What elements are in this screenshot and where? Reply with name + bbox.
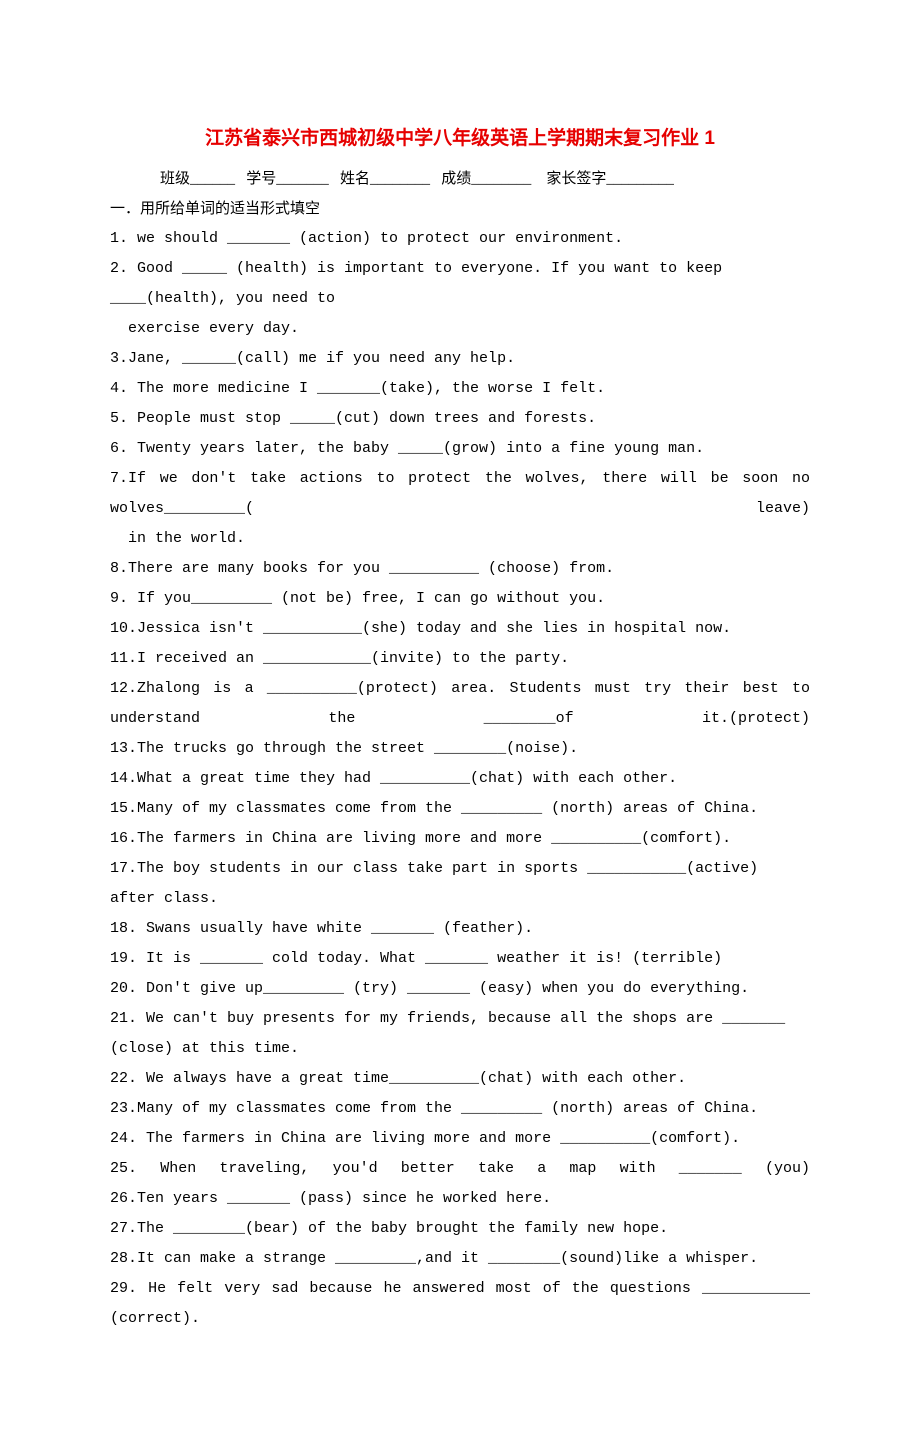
name-field[interactable]: 姓名________ xyxy=(340,171,430,187)
question-2a: 2. Good _____ (health) is important to e… xyxy=(110,254,810,314)
question-2b: exercise every day. xyxy=(110,314,810,344)
question-23: 23.Many of my classmates come from the _… xyxy=(110,1094,810,1124)
worksheet-title: 江苏省泰兴市西城初级中学八年级英语上学期期末复习作业 1 xyxy=(110,120,810,158)
question-28: 28.It can make a strange _________,and i… xyxy=(110,1244,810,1274)
question-14: 14.What a great time they had __________… xyxy=(110,764,810,794)
question-1: 1. we should _______ (action) to protect… xyxy=(110,224,810,254)
question-20: 20. Don't give up_________ (try) _______… xyxy=(110,974,810,1004)
question-26: 26.Ten years _______ (pass) since he wor… xyxy=(110,1184,810,1214)
question-6: 6. Twenty years later, the baby _____(gr… xyxy=(110,434,810,464)
question-8: 8.There are many books for you _________… xyxy=(110,554,810,584)
question-4: 4. The more medicine I _______(take), th… xyxy=(110,374,810,404)
question-7a: 7.If we don't take actions to protect th… xyxy=(110,464,810,524)
parent-sign-field[interactable]: 家长签字_________ xyxy=(546,171,674,187)
question-13: 13.The trucks go through the street ____… xyxy=(110,734,810,764)
question-5: 5. People must stop _____(cut) down tree… xyxy=(110,404,810,434)
question-15: 15.Many of my classmates come from the _… xyxy=(110,794,810,824)
question-27: 27.The ________(bear) of the baby brough… xyxy=(110,1214,810,1244)
student-info-row: 班级______ 学号_______ 姓名________ 成绩________… xyxy=(110,164,810,194)
student-id-field[interactable]: 学号_______ xyxy=(246,171,329,187)
question-9: 9. If you_________ (not be) free, I can … xyxy=(110,584,810,614)
section-1-heading: 一．用所给单词的适当形式填空 xyxy=(110,194,810,224)
question-19: 19. It is _______ cold today. What _____… xyxy=(110,944,810,974)
class-field[interactable]: 班级______ xyxy=(160,171,235,187)
score-field[interactable]: 成绩________ xyxy=(441,171,531,187)
question-12: 12.Zhalong is a __________(protect) area… xyxy=(110,674,810,734)
question-7b: in the world. xyxy=(110,524,810,554)
question-24: 24. The farmers in China are living more… xyxy=(110,1124,810,1154)
question-10: 10.Jessica isn't ___________(she) today … xyxy=(110,614,810,644)
question-29: 29. He felt very sad because he answered… xyxy=(110,1274,810,1334)
question-25: 25. When traveling, you'd better take a … xyxy=(110,1154,810,1184)
question-11: 11.I received an ____________(invite) to… xyxy=(110,644,810,674)
question-22: 22. We always have a great time_________… xyxy=(110,1064,810,1094)
question-18: 18. Swans usually have white _______ (fe… xyxy=(110,914,810,944)
question-16: 16.The farmers in China are living more … xyxy=(110,824,810,854)
question-17: 17.The boy students in our class take pa… xyxy=(110,854,810,914)
question-21: 21. We can't buy presents for my friends… xyxy=(110,1004,810,1064)
question-3: 3.Jane, ______(call) me if you need any … xyxy=(110,344,810,374)
